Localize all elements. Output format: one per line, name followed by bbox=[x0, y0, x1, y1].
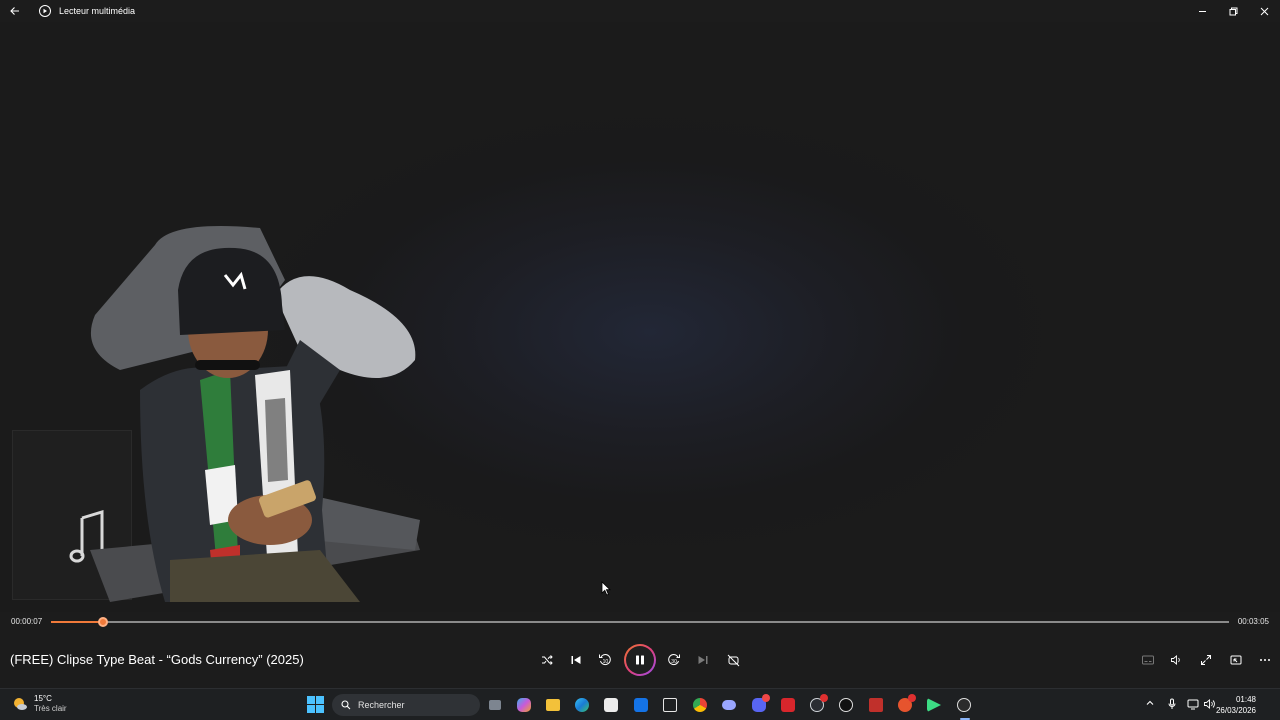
pause-button-inner bbox=[626, 646, 654, 674]
window-title: Lecteur multimédia bbox=[59, 6, 136, 16]
clock-time: 01:48 bbox=[1235, 695, 1256, 704]
chevron-up-icon[interactable] bbox=[1145, 698, 1155, 708]
svg-text:10: 10 bbox=[603, 659, 609, 665]
volume-button[interactable] bbox=[1166, 650, 1186, 670]
mouse-cursor-icon bbox=[601, 581, 611, 596]
store-icon[interactable] bbox=[602, 696, 620, 714]
file-explorer-icon[interactable] bbox=[544, 696, 562, 714]
pause-button[interactable] bbox=[624, 644, 656, 676]
mini-player-icon bbox=[1230, 655, 1242, 665]
previous-icon bbox=[571, 656, 581, 664]
weather-temp: 15°C bbox=[34, 694, 52, 703]
back-arrow-icon bbox=[10, 7, 19, 15]
fullscreen-icon bbox=[1201, 655, 1211, 665]
microphone-icon[interactable] bbox=[1167, 698, 1177, 710]
seek-thumb[interactable] bbox=[97, 617, 108, 627]
shuffle-button[interactable] bbox=[537, 650, 557, 670]
svg-text:30: 30 bbox=[671, 659, 677, 665]
media-player-icon[interactable] bbox=[955, 696, 973, 714]
video-person-figure bbox=[90, 226, 420, 602]
title-bar: Lecteur multimédia bbox=[0, 0, 1280, 22]
video-app-icon[interactable] bbox=[867, 696, 885, 714]
forward-30-icon: 30 bbox=[668, 654, 680, 665]
minimize-button[interactable] bbox=[1187, 0, 1218, 22]
weather-text: 15°C Très clair bbox=[34, 694, 67, 714]
rewind-10-icon: 10 bbox=[599, 654, 611, 665]
subtitles-icon bbox=[1142, 655, 1154, 665]
clock-date: 26/03/2026 bbox=[1215, 706, 1256, 715]
discord-icon[interactable] bbox=[750, 694, 770, 714]
acrobat-icon[interactable] bbox=[779, 696, 797, 714]
current-time: 00:00:07 bbox=[11, 617, 43, 626]
close-button[interactable] bbox=[1249, 0, 1280, 22]
window-controls bbox=[1187, 0, 1280, 22]
mini-player-button[interactable] bbox=[1226, 650, 1246, 670]
previous-button[interactable] bbox=[566, 650, 586, 670]
forward-30-button[interactable]: 30 bbox=[664, 650, 684, 670]
speaker-icon[interactable] bbox=[1203, 698, 1215, 710]
fullscreen-button[interactable] bbox=[1196, 650, 1216, 670]
seek-track[interactable] bbox=[51, 617, 1229, 627]
copilot-icon[interactable] bbox=[515, 696, 533, 714]
weather-desc: Très clair bbox=[34, 704, 67, 713]
back-button[interactable] bbox=[0, 0, 30, 22]
pause-icon bbox=[636, 655, 644, 665]
more-button[interactable] bbox=[1255, 650, 1275, 670]
task-view-icon[interactable] bbox=[486, 696, 504, 714]
more-icon bbox=[1260, 659, 1270, 661]
video-surface[interactable] bbox=[0, 22, 1280, 612]
repeat-off-icon bbox=[727, 654, 739, 666]
seek-bar-row: 00:00:07 00:03:05 bbox=[0, 612, 1280, 632]
edge-icon[interactable] bbox=[573, 696, 591, 714]
rewind-10-button[interactable]: 10 bbox=[595, 650, 615, 670]
android-studio-icon[interactable] bbox=[925, 696, 943, 714]
start-button[interactable] bbox=[307, 696, 324, 718]
windows-taskbar: 15°C Très clair Rechercher 01:48 26/03/2… bbox=[0, 688, 1280, 720]
player-controls: (FREE) Clipse Type Beat - “Gods Currency… bbox=[0, 640, 1280, 680]
volume-icon bbox=[1171, 655, 1180, 665]
windows-start-icon bbox=[307, 696, 324, 713]
taskbar-search[interactable]: Rechercher bbox=[332, 694, 480, 716]
controller-icon[interactable] bbox=[720, 696, 738, 714]
search-placeholder: Rechercher bbox=[358, 700, 405, 710]
subtitles-button[interactable] bbox=[1138, 650, 1158, 670]
restore-button[interactable] bbox=[1218, 0, 1249, 22]
total-time: 00:03:05 bbox=[1237, 617, 1269, 626]
moon-cloud-icon bbox=[14, 698, 27, 710]
shuffle-icon bbox=[542, 655, 553, 665]
obs-icon[interactable] bbox=[837, 696, 855, 714]
taskbar-clock[interactable]: 01:48 26/03/2026 bbox=[1216, 694, 1256, 716]
snipping-icon[interactable] bbox=[661, 696, 679, 714]
play-circle-icon bbox=[39, 5, 51, 17]
repeat-button[interactable] bbox=[723, 650, 743, 670]
minimize-icon bbox=[1199, 10, 1206, 12]
restore-icon bbox=[1229, 7, 1238, 15]
search-icon bbox=[341, 700, 351, 710]
seek-progress-fill bbox=[51, 621, 103, 623]
game-app-icon[interactable] bbox=[896, 694, 916, 714]
next-icon bbox=[698, 656, 708, 664]
song-title: (FREE) Clipse Type Beat - “Gods Currency… bbox=[10, 652, 304, 667]
chrome-icon[interactable] bbox=[691, 696, 709, 714]
next-button[interactable] bbox=[693, 650, 713, 670]
display-icon[interactable] bbox=[1187, 698, 1199, 710]
weather-widget[interactable]: 15°C Très clair bbox=[12, 694, 67, 714]
outlook-icon[interactable] bbox=[632, 696, 650, 714]
steam-icon[interactable] bbox=[808, 694, 828, 714]
close-icon bbox=[1260, 7, 1269, 15]
